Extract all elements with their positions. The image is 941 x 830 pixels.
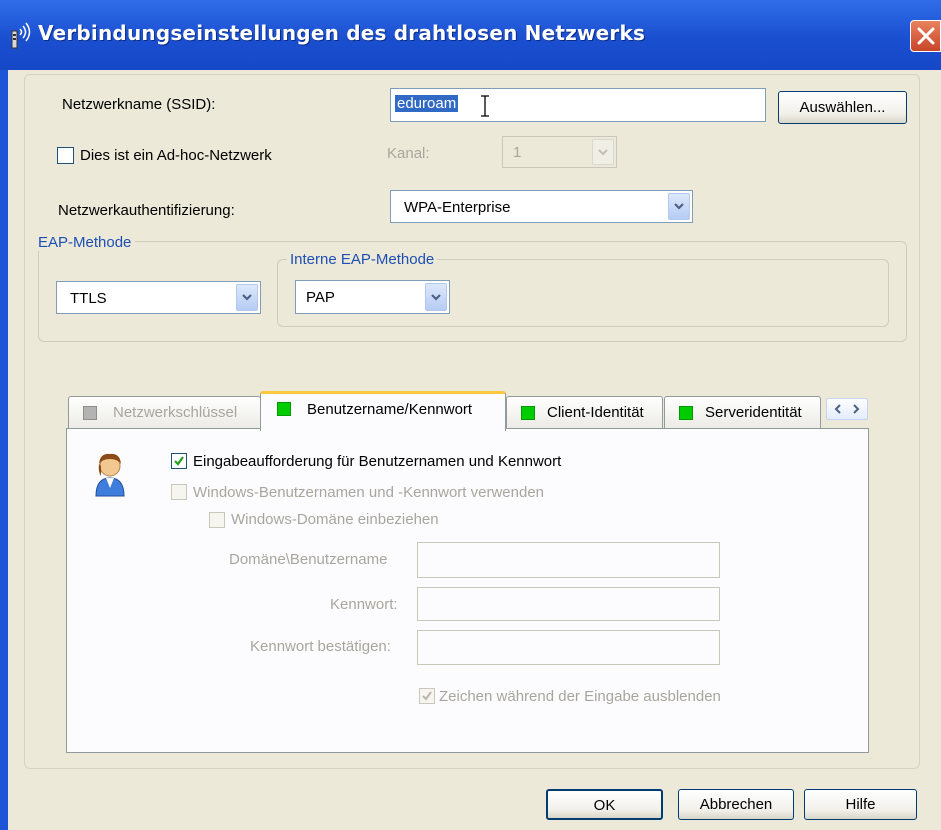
chevron-right-icon[interactable] [847,399,865,419]
prompt-credentials-label: Eingabeaufforderung für Benutzernamen un… [193,453,562,470]
checkmark-icon [174,456,184,466]
window-left-border [0,70,8,830]
tab-label: Client-Identität [547,404,644,421]
channel-select[interactable]: 1 [502,136,617,168]
help-button[interactable]: Hilfe [804,789,917,820]
domain-username-input[interactable] [417,542,720,578]
window-title: Verbindungseinstellungen des drahtlosen … [38,21,646,45]
wireless-network-icon [11,22,31,49]
adhoc-label: Dies ist ein Ad-hoc-Netzwerk [80,147,272,164]
chevron-down-icon [598,149,608,156]
password-label: Kennwort: [330,596,398,613]
confirm-password-input[interactable] [417,630,720,665]
tab-status-indicator [277,402,291,416]
eap-method-value: TTLS [70,290,107,307]
auth-value: WPA-Enterprise [404,199,511,216]
text-cursor-icon [481,95,489,117]
chevron-down-icon [674,203,684,210]
tab-network-key[interactable]: Netzwerkschlüssel [68,396,261,428]
checkmark-icon [422,691,432,701]
auth-label: Netzwerkauthentifizierung: [58,202,235,219]
title-bar: Verbindungseinstellungen des drahtlosen … [0,0,941,70]
eap-method-select[interactable]: TTLS [56,281,261,314]
tab-username-password[interactable]: Benutzername/Kennwort [260,391,506,431]
close-icon [917,27,935,45]
eap-method-dropdown-button [236,284,258,311]
chevron-left-icon[interactable] [829,399,847,419]
tab-status-indicator [83,406,97,420]
channel-dropdown-button [592,139,614,165]
tab-status-indicator [521,406,535,420]
tab-scroll-buttons[interactable] [826,398,868,420]
password-input[interactable] [417,587,720,621]
hide-characters-checkbox[interactable] [419,688,435,704]
cancel-button[interactable]: Abbrechen [678,789,794,820]
user-icon [95,453,125,497]
adhoc-checkbox[interactable] [57,147,74,164]
close-button[interactable] [910,20,941,52]
tab-label: Benutzername/Kennwort [307,401,473,418]
domain-username-label: Domäne\Benutzername [229,551,388,568]
prompt-credentials-checkbox[interactable] [171,453,187,469]
ssid-label: Netzwerkname (SSID): [62,96,216,113]
ok-button[interactable]: OK [546,789,663,820]
windows-credentials-checkbox[interactable] [171,484,187,500]
auth-dropdown-button [668,193,690,220]
tab-server-identity[interactable]: Serveridentität [664,396,821,428]
windows-domain-checkbox[interactable] [209,512,225,528]
tab-label: Netzwerkschlüssel [113,404,238,421]
tab-client-identity[interactable]: Client-Identität [506,396,663,428]
ssid-input[interactable]: eduroam [390,88,766,122]
windows-domain-label: Windows-Domäne einbeziehen [231,511,439,528]
tab-label: Serveridentität [705,404,802,421]
eap-method-group-label: EAP-Methode [38,234,136,251]
inner-eap-method-dropdown-button [425,283,447,311]
chevron-down-icon [431,294,441,301]
inner-eap-method-value: PAP [306,289,335,306]
ssid-value: eduroam [395,95,459,112]
chevron-down-icon [242,294,252,301]
channel-label: Kanal: [387,145,430,162]
windows-credentials-label: Windows-Benutzernamen und -Kennwort verw… [193,484,545,501]
channel-value: 1 [513,144,522,161]
inner-eap-method-select[interactable]: PAP [295,280,450,314]
auth-select[interactable]: WPA-Enterprise [390,190,693,223]
choose-network-button[interactable]: Auswählen... [778,91,907,124]
tab-status-indicator [679,406,693,420]
hide-characters-label: Zeichen während der Eingabe ausblenden [439,688,721,705]
confirm-password-label: Kennwort bestätigen: [250,638,391,655]
inner-eap-method-group-label: Interne EAP-Methode [287,251,438,268]
